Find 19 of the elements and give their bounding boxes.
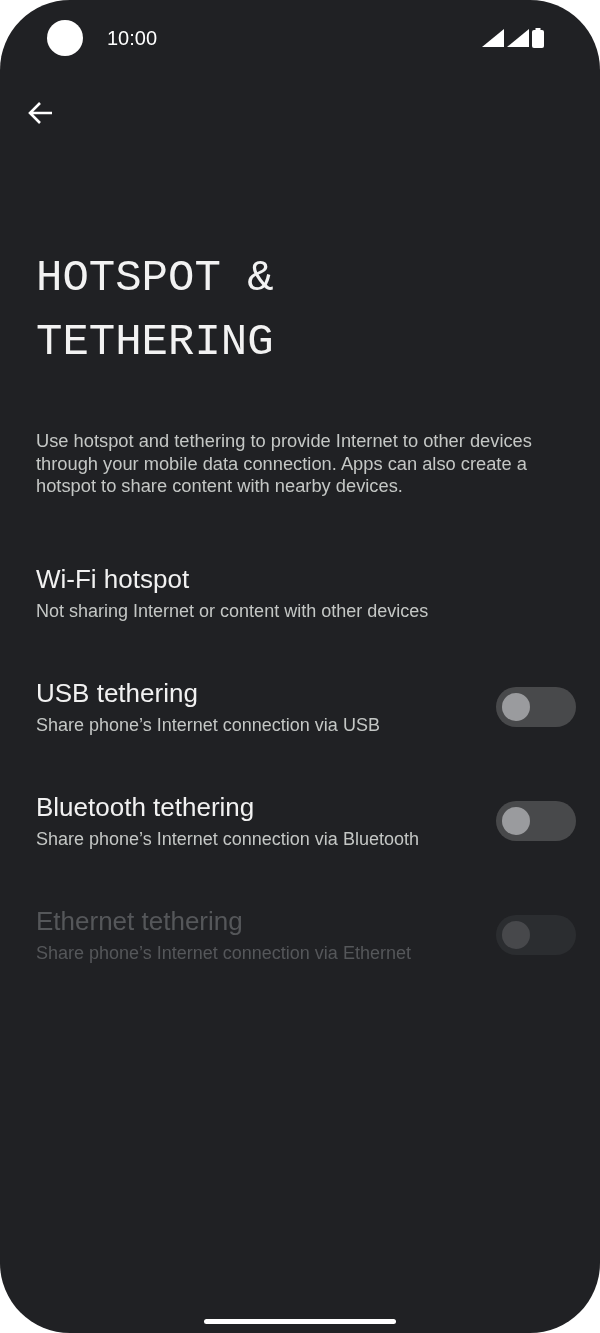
settings-item[interactable]: USB tethering Share phone’s Internet connection via USB xyxy=(0,649,600,764)
settings-item[interactable]: Wi-Fi hotspot Not sharing Internet or content with other devices xyxy=(0,535,600,650)
item-subtitle: Share phone’s Internet connection via Bluetooth xyxy=(36,828,420,850)
item-subtitle: Share phone’s Internet connection via USB xyxy=(36,714,381,736)
camera-cutout xyxy=(47,20,83,56)
page-title: HOTSPOT & TETHERING xyxy=(36,252,275,369)
toggle-switch[interactable] xyxy=(496,800,576,841)
item-title: Wi-Fi hotspot xyxy=(36,563,191,595)
status-time: 10:00 xyxy=(107,26,158,50)
item-title: USB tethering xyxy=(36,677,199,709)
signal-icon xyxy=(482,29,504,47)
battery-icon xyxy=(532,28,544,48)
item-title: Bluetooth tethering xyxy=(36,791,256,823)
settings-item[interactable]: Bluetooth tethering Share phone’s Internet connection via Bluetooth xyxy=(0,763,600,878)
description-text: Use hotspot and tethering to provide Internet to other devices through your mobile data connection. Apps can also create a hotspot to share content with nearby devices. xyxy=(36,430,533,498)
back-arrow-icon[interactable] xyxy=(28,100,54,126)
item-subtitle: Not sharing Internet or content with other devices xyxy=(36,600,430,622)
toggle-switch[interactable] xyxy=(496,686,576,727)
signal-icon xyxy=(507,29,529,47)
